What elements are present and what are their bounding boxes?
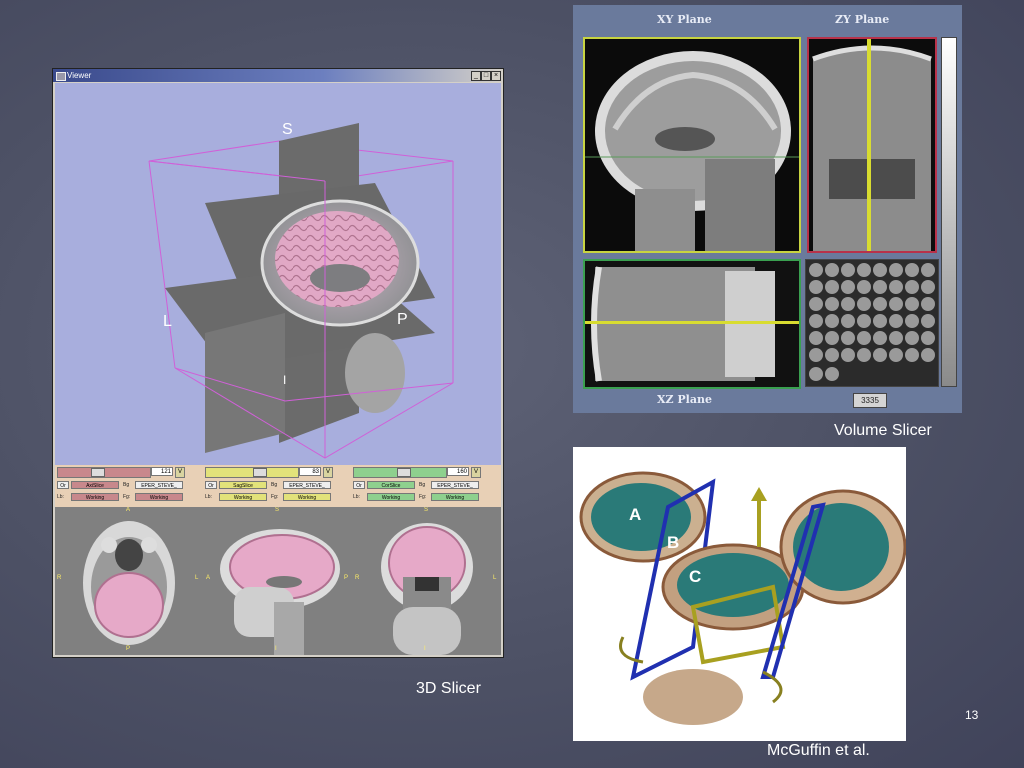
- axial-v-button[interactable]: V: [175, 467, 185, 478]
- coronal-bg-label: Bg: [419, 482, 426, 488]
- slider-knob[interactable]: [253, 468, 267, 477]
- sagittal-bottom-orientation: I: [275, 646, 277, 652]
- sagittal-bg-volume-button[interactable]: EPER_STEVE_: [283, 481, 331, 489]
- sagittal-fg-button[interactable]: Working: [283, 493, 331, 501]
- slider-knob[interactable]: [397, 468, 411, 477]
- coronal-slice-view[interactable]: S I R L: [353, 507, 501, 655]
- zy-plane-image: [812, 39, 932, 251]
- coronal-fg-label: Fg:: [419, 494, 427, 500]
- grayscale-bar: [941, 37, 957, 387]
- coronal-top-orientation: S: [424, 507, 429, 513]
- direction-label-superior: S: [282, 121, 293, 138]
- zy-plane-view[interactable]: [807, 37, 937, 253]
- axial-fg-button[interactable]: Working: [135, 493, 183, 501]
- figure-label-a: A: [629, 505, 642, 524]
- coronal-v-button[interactable]: V: [471, 467, 481, 478]
- axial-slice-button[interactable]: AxiSlice: [71, 481, 119, 489]
- xz-plane-view[interactable]: [583, 259, 801, 389]
- axial-slice-image: [83, 521, 175, 645]
- direction-label-left: L: [163, 313, 172, 330]
- xy-plane-view[interactable]: [583, 37, 801, 253]
- sagittal-slice-view[interactable]: S I A P: [204, 507, 352, 655]
- direction-label-inferior: I: [283, 373, 287, 387]
- caption-3d-slicer: 3D Slicer: [416, 680, 481, 697]
- coronal-left-orientation: R: [355, 575, 360, 581]
- sagittal-slice-controls: 83 V Or SagSlice Bg EPER_STEVE_ Lb: Work…: [205, 465, 351, 507]
- sagittal-slice-slider[interactable]: [205, 467, 299, 478]
- figure-label-b: B: [667, 533, 680, 552]
- sagittal-orient-button[interactable]: Or: [205, 481, 217, 489]
- xz-plane-title: XZ Plane: [657, 393, 712, 406]
- figure-label-c: C: [689, 567, 702, 586]
- coronal-right-orientation: L: [493, 575, 497, 581]
- coronal-orient-button[interactable]: Or: [353, 481, 365, 489]
- slider-knob[interactable]: [91, 468, 105, 477]
- slice-thumbnails: A P R L S I A P S I R L: [55, 507, 501, 655]
- axial-orient-button[interactable]: Or: [57, 481, 69, 489]
- coronal-slice-slider[interactable]: [353, 467, 447, 478]
- volume-slicer-screenshot: XY Plane ZY Plane XZ Plane 3335: [573, 5, 962, 413]
- caption-volume-slicer: Volume Slicer: [834, 422, 932, 439]
- coronal-slice-value[interactable]: 160: [447, 467, 469, 476]
- axial-top-orientation: A: [126, 507, 131, 513]
- window-titlebar[interactable]: Viewer _ □ ×: [53, 69, 503, 82]
- axial-left-orientation: R: [57, 575, 62, 581]
- slice-controls-panel: 121 V Or AxiSlice Bg EPER_STEVE_ Lb: Wor…: [55, 465, 501, 507]
- axial-bg-label: Bg: [123, 482, 130, 488]
- sagittal-slice-image: [220, 529, 340, 655]
- sagittal-bg-label: Bg: [271, 482, 278, 488]
- axial-fg-label: Fg:: [123, 494, 131, 500]
- close-icon[interactable]: ×: [491, 71, 501, 81]
- coronal-bg-volume-button[interactable]: EPER_STEVE_: [431, 481, 479, 489]
- axial-right-orientation: L: [195, 575, 199, 581]
- axial-bg-volume-button[interactable]: EPER_STEVE_: [135, 481, 183, 489]
- zy-plane-title: ZY Plane: [835, 13, 890, 26]
- axial-bottom-orientation: P: [126, 646, 131, 652]
- slice-grid-image: [809, 263, 935, 381]
- sagittal-fg-label: Fg:: [271, 494, 279, 500]
- app-icon: [56, 72, 66, 81]
- direction-label-posterior: P: [397, 311, 408, 328]
- coronal-slice-button[interactable]: CorSlice: [367, 481, 415, 489]
- xy-plane-title: XY Plane: [657, 13, 712, 26]
- sagittal-slice-value[interactable]: 83: [299, 467, 321, 476]
- sagittal-slice-button[interactable]: SagSlice: [219, 481, 267, 489]
- mcguffin-figure: A B C: [573, 447, 906, 741]
- 3d-render-view[interactable]: S L P I: [55, 83, 501, 465]
- sagittal-v-button[interactable]: V: [323, 467, 333, 478]
- axial-lb-button[interactable]: Working: [71, 493, 119, 501]
- sagittal-lb-label: Lb:: [205, 494, 212, 500]
- coronal-slice-image: [381, 523, 473, 655]
- exploded-brain-illustration: [579, 471, 906, 725]
- slice-grid-view[interactable]: [805, 259, 939, 387]
- axial-slice-slider[interactable]: [57, 467, 151, 478]
- window-title: Viewer: [67, 71, 92, 80]
- sagittal-lb-button[interactable]: Working: [219, 493, 267, 501]
- axial-slice-view[interactable]: A P R L: [55, 507, 203, 655]
- slide-number: 13: [965, 708, 979, 722]
- 3d-scene-graphic: [148, 123, 454, 459]
- coronal-fg-button[interactable]: Working: [431, 493, 479, 501]
- axial-lb-label: Lb:: [57, 494, 64, 500]
- xz-plane-image: [585, 266, 799, 382]
- axial-slice-value[interactable]: 121: [151, 467, 173, 476]
- coronal-lb-label: Lb:: [353, 494, 360, 500]
- coronal-slice-controls: 160 V Or CorSlice Bg EPER_STEVE_ Lb: Wor…: [353, 465, 499, 507]
- minimize-icon[interactable]: _: [471, 71, 481, 81]
- slicer-viewer-window: Viewer _ □ × S L P I 121 V Or AxiSlice B…: [52, 68, 504, 658]
- sagittal-top-orientation: S: [275, 507, 280, 513]
- coronal-bottom-orientation: I: [424, 646, 426, 652]
- sagittal-right-orientation: P: [344, 575, 349, 581]
- maximize-icon[interactable]: □: [481, 71, 491, 81]
- axial-slice-controls: 121 V Or AxiSlice Bg EPER_STEVE_ Lb: Wor…: [57, 465, 203, 507]
- caption-mcguffin: McGuffin et al.: [767, 742, 870, 759]
- coronal-lb-button[interactable]: Working: [367, 493, 415, 501]
- xy-plane-image: [585, 51, 799, 251]
- slice-counter[interactable]: 3335: [853, 393, 887, 408]
- sagittal-left-orientation: A: [206, 575, 211, 581]
